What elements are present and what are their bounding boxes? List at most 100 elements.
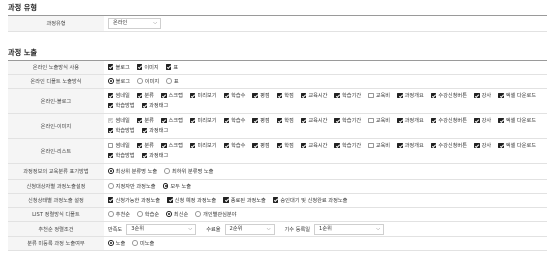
checkbox[interactable]: [276, 92, 283, 99]
sort-priority-select[interactable]: 1순위 ⌵: [314, 223, 385, 235]
checkbox-option[interactable]: 교육시간: [300, 91, 327, 101]
checkbox-option[interactable]: 분류: [136, 91, 154, 101]
checkbox[interactable]: [223, 197, 229, 203]
checkbox[interactable]: [141, 102, 148, 109]
checkbox-option[interactable]: 학습수: [223, 91, 245, 101]
checkbox-option[interactable]: 수강신청버튼: [430, 141, 467, 151]
checkbox-option[interactable]: 학습수: [223, 141, 245, 151]
checkbox-option[interactable]: 수강신청버튼: [430, 116, 467, 126]
checkbox[interactable]: [189, 117, 196, 124]
checkbox-option[interactable]: 과정개요: [397, 116, 424, 126]
checkbox[interactable]: [223, 117, 230, 124]
checkbox-option[interactable]: 교육시간: [300, 116, 327, 126]
checkbox[interactable]: [368, 142, 374, 149]
checkbox-option[interactable]: 썸네일: [107, 116, 130, 126]
checkbox[interactable]: [498, 92, 504, 99]
checkbox-option[interactable]: 분류: [136, 141, 154, 151]
radio-button[interactable]: [137, 77, 143, 84]
radio-button[interactable]: [107, 210, 114, 217]
checkbox-option[interactable]: 평점: [252, 141, 270, 151]
checkbox[interactable]: [334, 92, 341, 99]
radio-button[interactable]: [107, 182, 114, 189]
checkbox-option[interactable]: 엑셀 다운로드: [498, 141, 536, 151]
checkbox[interactable]: [141, 152, 148, 159]
checkbox-option[interactable]: 과정태그: [141, 151, 168, 161]
sort-priority-select[interactable]: 3순위 ⌵: [126, 223, 197, 235]
checkbox[interactable]: [223, 142, 230, 149]
checkbox-option[interactable]: 교육비: [368, 116, 390, 126]
checkbox-option[interactable]: 스크랩: [160, 91, 183, 101]
checkbox[interactable]: [160, 117, 167, 124]
radio-option[interactable]: 학습순: [137, 210, 159, 220]
checkbox[interactable]: [136, 64, 143, 70]
checkbox-option[interactable]: 학습기간: [334, 91, 361, 101]
radio-option[interactable]: 미노출: [132, 239, 154, 249]
checkbox[interactable]: [473, 142, 480, 149]
radio-button[interactable]: [162, 182, 169, 189]
checkbox-option[interactable]: 학습수: [223, 116, 245, 126]
checkbox[interactable]: [334, 142, 341, 149]
checkbox[interactable]: [334, 117, 341, 124]
checkbox[interactable]: [136, 142, 143, 149]
checkbox[interactable]: [300, 142, 307, 149]
checkbox-option[interactable]: 과정태그: [141, 101, 168, 111]
radio-button[interactable]: [107, 167, 114, 174]
checkbox-option[interactable]: 신청 예정 과정노출: [167, 196, 216, 206]
checkbox-option[interactable]: 승인대기 및 신청완료 과정노출: [272, 196, 347, 206]
radio-option[interactable]: 최하위 분류명 노출: [164, 167, 213, 177]
checkbox[interactable]: [167, 197, 173, 203]
checkbox-option[interactable]: 스크랩: [160, 116, 183, 126]
checkbox-option[interactable]: 미리보기: [189, 141, 217, 151]
checkbox[interactable]: [300, 117, 307, 124]
checkbox-option[interactable]: 학점: [276, 91, 294, 101]
checkbox[interactable]: [189, 142, 196, 149]
checkbox-option[interactable]: 미리보기: [189, 91, 217, 101]
checkbox-option[interactable]: 블로그: [107, 63, 130, 73]
checkbox[interactable]: [165, 64, 172, 70]
radio-button[interactable]: [107, 239, 114, 246]
radio-button[interactable]: [132, 239, 139, 246]
checkbox[interactable]: [223, 92, 230, 99]
radio-button[interactable]: [107, 77, 114, 84]
checkbox[interactable]: [276, 142, 283, 149]
radio-button[interactable]: [166, 77, 172, 84]
checkbox-option[interactable]: 신청가능한 과정노출: [107, 196, 160, 206]
checkbox[interactable]: [136, 117, 143, 124]
radio-button[interactable]: [164, 167, 170, 174]
checkbox-option[interactable]: 학점: [276, 116, 294, 126]
checkbox-option[interactable]: 과정개요: [397, 91, 424, 101]
checkbox[interactable]: [276, 117, 283, 124]
checkbox[interactable]: [368, 117, 374, 124]
checkbox-option[interactable]: 과정태그: [141, 126, 168, 136]
radio-option[interactable]: 표: [166, 77, 179, 87]
checkbox-option[interactable]: 과정개요: [397, 141, 424, 151]
radio-option[interactable]: 노출: [107, 239, 125, 249]
checkbox[interactable]: [397, 142, 403, 149]
checkbox[interactable]: [397, 117, 403, 124]
sort-priority-select[interactable]: 2순위 ⌵: [224, 223, 275, 235]
checkbox[interactable]: [107, 197, 114, 203]
radio-option[interactable]: 지정자만 과정노출: [107, 182, 156, 192]
radio-option[interactable]: 블로그: [107, 77, 130, 87]
checkbox-option[interactable]: 엑셀 다운로드: [498, 91, 536, 101]
checkbox[interactable]: [473, 92, 480, 99]
checkbox-option[interactable]: 학점: [276, 141, 294, 151]
checkbox[interactable]: [136, 92, 143, 99]
checkbox-option[interactable]: 교육비: [368, 91, 390, 101]
radio-option[interactable]: 최신순: [166, 210, 188, 220]
checkbox-option[interactable]: 학습기간: [334, 141, 361, 151]
checkbox[interactable]: [252, 142, 259, 149]
checkbox-option[interactable]: 학습방법: [107, 126, 135, 136]
checkbox-option[interactable]: 교육시간: [300, 141, 327, 151]
checkbox[interactable]: [430, 142, 437, 149]
checkbox[interactable]: [107, 142, 114, 149]
checkbox-option[interactable]: 미리보기: [189, 116, 217, 126]
course-type-select[interactable]: 온라인 ⌵: [108, 18, 161, 29]
radio-button[interactable]: [166, 210, 172, 217]
radio-button[interactable]: [195, 210, 202, 217]
checkbox-option[interactable]: 학습기간: [334, 116, 361, 126]
checkbox[interactable]: [160, 142, 167, 149]
checkbox[interactable]: [368, 92, 374, 99]
checkbox[interactable]: [107, 102, 114, 109]
checkbox[interactable]: [252, 92, 259, 99]
